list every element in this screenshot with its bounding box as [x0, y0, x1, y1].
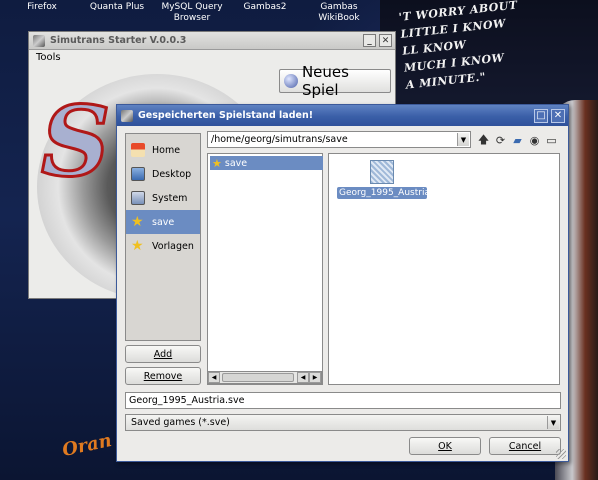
desktop-icon-label: MySQL Query Browser	[161, 2, 223, 23]
simutrans-logo-letter: S	[39, 85, 111, 198]
place-label: Home	[152, 144, 181, 156]
minimize-button[interactable]: _	[363, 34, 376, 47]
filter-value: Saved games (*.sve)	[131, 417, 230, 428]
cancel-label: Cancel	[508, 440, 542, 452]
desktop-icon-firefox[interactable]: Firefox	[2, 2, 82, 13]
place-label: save	[152, 216, 175, 228]
desktop-icon-gambas-wikibook[interactable]: Gambas WikiBook	[300, 2, 378, 24]
directory-label: save	[224, 157, 248, 169]
up-arrow-icon[interactable]: 🡅	[476, 133, 491, 148]
starter-title: Simutrans Starter V.0.0.3	[50, 35, 187, 46]
place-system[interactable]: System	[126, 186, 200, 210]
wallpaper-lower-text: Oran	[60, 430, 114, 461]
chevron-down-icon[interactable]: ▼	[457, 133, 469, 146]
load-dialog: Gespeicherten Spielstand laden! □ ✕ Home…	[116, 104, 569, 462]
scroll-thumb[interactable]	[222, 373, 294, 382]
desktop-icon-label: Quanta Plus	[89, 2, 145, 12]
place-label: Desktop	[152, 168, 192, 180]
computer-icon	[131, 191, 145, 205]
file-view: Georg_1995_Austria.sve	[328, 153, 560, 385]
path-value: /home/georg/simutrans/save	[211, 134, 348, 145]
star-icon: ★	[212, 156, 222, 170]
wallpaper-text: 'T WORRY ABOUT LITTLE I KNOW LL KNOW MUC…	[398, 0, 519, 92]
desktop-icon-label: Firefox	[27, 2, 57, 12]
preview-icon[interactable]: ▭	[544, 133, 559, 148]
add-button[interactable]: Add	[125, 345, 201, 363]
place-vorlagen[interactable]: ★ Vorlagen	[126, 234, 200, 258]
remove-label: Remove	[143, 370, 183, 382]
place-label: System	[152, 192, 188, 204]
starter-titlebar[interactable]: Simutrans Starter V.0.0.3 _ ✕	[29, 32, 395, 50]
place-home[interactable]: Home	[126, 138, 200, 162]
dialog-titlebar[interactable]: Gespeicherten Spielstand laden! □ ✕	[117, 105, 568, 126]
reload-icon[interactable]: ⟳	[493, 133, 508, 148]
maximize-button[interactable]: □	[534, 108, 548, 123]
filename-field[interactable]: Georg_1995_Austria.sve	[125, 392, 561, 409]
app-icon	[121, 109, 133, 122]
scroll-left-icon[interactable]: ◀	[297, 372, 309, 383]
view-mode-icon[interactable]: ◉	[527, 133, 542, 148]
desktop-icon-mysql-query-browser[interactable]: MySQL Query Browser	[151, 2, 233, 24]
place-desktop[interactable]: Desktop	[126, 162, 200, 186]
filter-select[interactable]: Saved games (*.sve) ▼	[125, 414, 561, 431]
desktop-icon-label: Gambas2	[243, 2, 287, 12]
close-button[interactable]: ✕	[379, 34, 392, 47]
remove-button[interactable]: Remove	[125, 367, 201, 385]
new-game-icon	[284, 74, 298, 88]
app-icon	[33, 34, 45, 47]
new-folder-icon[interactable]: ▰	[510, 133, 525, 148]
directory-item-save[interactable]: ★ save	[210, 156, 323, 170]
add-label: Add	[153, 348, 173, 360]
desktop-icon-label: Gambas WikiBook	[318, 2, 360, 23]
places-panel: Home Desktop System ★ save ★ Vorlagen	[125, 133, 201, 341]
scroll-right-icon[interactable]: ▶	[309, 372, 321, 383]
cancel-button[interactable]: Cancel	[489, 437, 561, 455]
chevron-down-icon[interactable]: ▼	[547, 416, 559, 429]
place-label: Vorlagen	[152, 240, 194, 252]
star-icon: ★	[131, 214, 144, 230]
file-label: Georg_1995_Austria.sve	[337, 187, 449, 199]
desktop-icon-quanta-plus[interactable]: Quanta Plus	[77, 2, 157, 13]
close-button[interactable]: ✕	[551, 108, 565, 123]
star-icon: ★	[131, 238, 144, 254]
file-icon	[370, 160, 394, 184]
ok-button[interactable]: OK	[409, 437, 481, 455]
desktop-icon-gambas2[interactable]: Gambas2	[225, 2, 305, 13]
home-icon	[131, 143, 145, 157]
file-item[interactable]: Georg_1995_Austria.sve	[337, 160, 449, 214]
horizontal-scrollbar[interactable]: ◀ ◀ ▶	[207, 371, 322, 384]
new-game-label: Neues Spiel	[301, 63, 349, 99]
ok-label: OK	[438, 440, 452, 452]
scroll-left-icon[interactable]: ◀	[208, 372, 220, 383]
resize-grip[interactable]	[556, 449, 566, 459]
dialog-title: Gespeicherten Spielstand laden!	[138, 110, 314, 121]
desktop-icon	[131, 167, 145, 181]
path-combobox[interactable]: /home/georg/simutrans/save ▼	[207, 131, 471, 148]
new-game-button[interactable]: Neues Spiel	[279, 63, 391, 99]
menu-tools[interactable]: Tools	[36, 52, 61, 63]
place-save[interactable]: ★ save	[126, 210, 200, 234]
directory-list: ★ save	[207, 153, 323, 385]
filename-value: Georg_1995_Austria.sve	[129, 395, 245, 406]
